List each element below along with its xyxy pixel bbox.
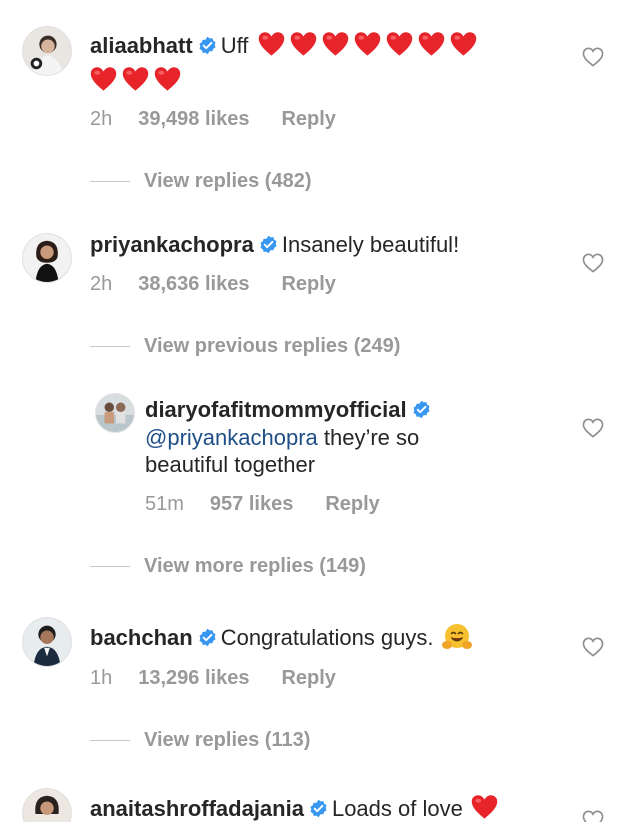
- view-replies-label: View replies (113): [144, 729, 311, 751]
- verified-badge-icon: [309, 799, 328, 818]
- comment-heart-row: [90, 66, 186, 95]
- heart-emoji-icon: [471, 794, 498, 820]
- comment-text: beautiful together: [145, 452, 316, 477]
- comment-text: they’re so: [317, 425, 420, 450]
- verified-badge-icon: [198, 36, 217, 55]
- username[interactable]: aliaabhatt: [90, 33, 193, 58]
- heart-emoji-icon: [354, 31, 381, 57]
- comment-meta: 2h 39,498 likes Reply: [90, 107, 336, 131]
- comment-meta: 1h 13,296 likes Reply: [90, 666, 336, 690]
- heart-emoji-icon: [154, 66, 181, 92]
- divider-line: [90, 181, 130, 183]
- timestamp: 2h: [90, 108, 113, 130]
- avatar-image: [23, 789, 71, 822]
- verified-badge-icon: [259, 235, 278, 254]
- comment-text: Congratulations guys.: [220, 625, 434, 650]
- hugging-face-emoji-icon: [441, 623, 472, 651]
- likes-count[interactable]: 13,296 likes: [138, 666, 249, 690]
- divider-line: [90, 740, 130, 742]
- likes-count[interactable]: 39,498 likes: [138, 107, 249, 131]
- reply-button[interactable]: Reply: [281, 107, 335, 131]
- avatar-image: [23, 27, 71, 75]
- mention-link[interactable]: @priyankachopra: [145, 425, 318, 450]
- avatar-image: [23, 618, 71, 666]
- comment-meta: 51m 957 likes Reply: [145, 492, 380, 516]
- username[interactable]: bachchan: [90, 625, 193, 650]
- username[interactable]: priyankachopra: [90, 232, 254, 257]
- view-replies-link[interactable]: View replies (113): [90, 728, 310, 752]
- heart-emoji-icon: [418, 31, 445, 57]
- reply-button[interactable]: Reply: [325, 492, 379, 516]
- like-heart-icon[interactable]: [582, 253, 604, 273]
- heart-emoji-icon: [322, 31, 349, 57]
- likes-count[interactable]: 957 likes: [210, 492, 293, 516]
- username[interactable]: diaryofafitmommyofficial: [145, 397, 407, 422]
- comment-text: Loads of love: [331, 796, 463, 821]
- reply-line-text-2: beautiful together: [145, 451, 315, 479]
- verified-badge-icon: [198, 628, 217, 647]
- like-heart-icon[interactable]: [582, 637, 604, 657]
- comment-line-aliaabhatt: aliaabhatt Uff: [90, 31, 482, 60]
- comment-line-anaitashroffadajania: anaitashroffadajania Loads of love: [90, 794, 503, 822]
- avatar-image: [23, 234, 71, 282]
- avatar-anaitashroffadajania[interactable]: [22, 788, 72, 822]
- like-heart-icon[interactable]: [582, 47, 604, 67]
- reply-line-username: diaryofafitmommyofficial: [145, 396, 435, 424]
- reply-button[interactable]: Reply: [281, 272, 335, 296]
- divider-line: [90, 566, 130, 568]
- reply-line-text-1: @priyankachopra they’re so: [145, 424, 419, 452]
- like-heart-icon[interactable]: [582, 418, 604, 438]
- heart-emoji-icon: [450, 31, 477, 57]
- heart-emoji-icon: [122, 66, 149, 92]
- divider-line: [90, 346, 130, 348]
- view-previous-replies-label: View previous replies (249): [144, 335, 401, 357]
- heart-emoji-icon: [258, 31, 285, 57]
- heart-emoji-icon: [90, 66, 117, 92]
- view-replies-link[interactable]: View replies (482): [90, 169, 312, 193]
- timestamp: 2h: [90, 273, 113, 295]
- comment-text: Uff: [220, 33, 249, 58]
- view-replies-label: View replies (482): [144, 170, 312, 192]
- username[interactable]: anaitashroffadajania: [90, 796, 304, 821]
- likes-count[interactable]: 38,636 likes: [138, 272, 249, 296]
- like-heart-icon[interactable]: [582, 810, 604, 822]
- heart-emoji-icon: [386, 31, 413, 57]
- avatar-image: [96, 394, 134, 432]
- avatar-diaryofafitmommyofficial[interactable]: [95, 393, 135, 433]
- avatar-bachchan[interactable]: [22, 617, 72, 667]
- view-previous-replies-link[interactable]: View previous replies (249): [90, 334, 400, 358]
- comment-text: Insanely beautiful!: [281, 232, 460, 257]
- comment-meta: 2h 38,636 likes Reply: [90, 272, 336, 296]
- timestamp: 51m: [145, 493, 184, 515]
- comment-line-priyankachopra: priyankachopra Insanely beautiful!: [90, 231, 459, 259]
- view-more-replies-link[interactable]: View more replies (149): [90, 554, 366, 578]
- avatar-aliaabhatt[interactable]: [22, 26, 72, 76]
- view-more-replies-label: View more replies (149): [144, 555, 366, 577]
- reply-button[interactable]: Reply: [281, 666, 335, 690]
- heart-emoji-icon: [290, 31, 317, 57]
- comment-line-bachchan: bachchan Congratulations guys.: [90, 623, 472, 652]
- verified-badge-icon: [412, 400, 431, 419]
- avatar-priyankachopra[interactable]: [22, 233, 72, 283]
- timestamp: 1h: [90, 667, 113, 689]
